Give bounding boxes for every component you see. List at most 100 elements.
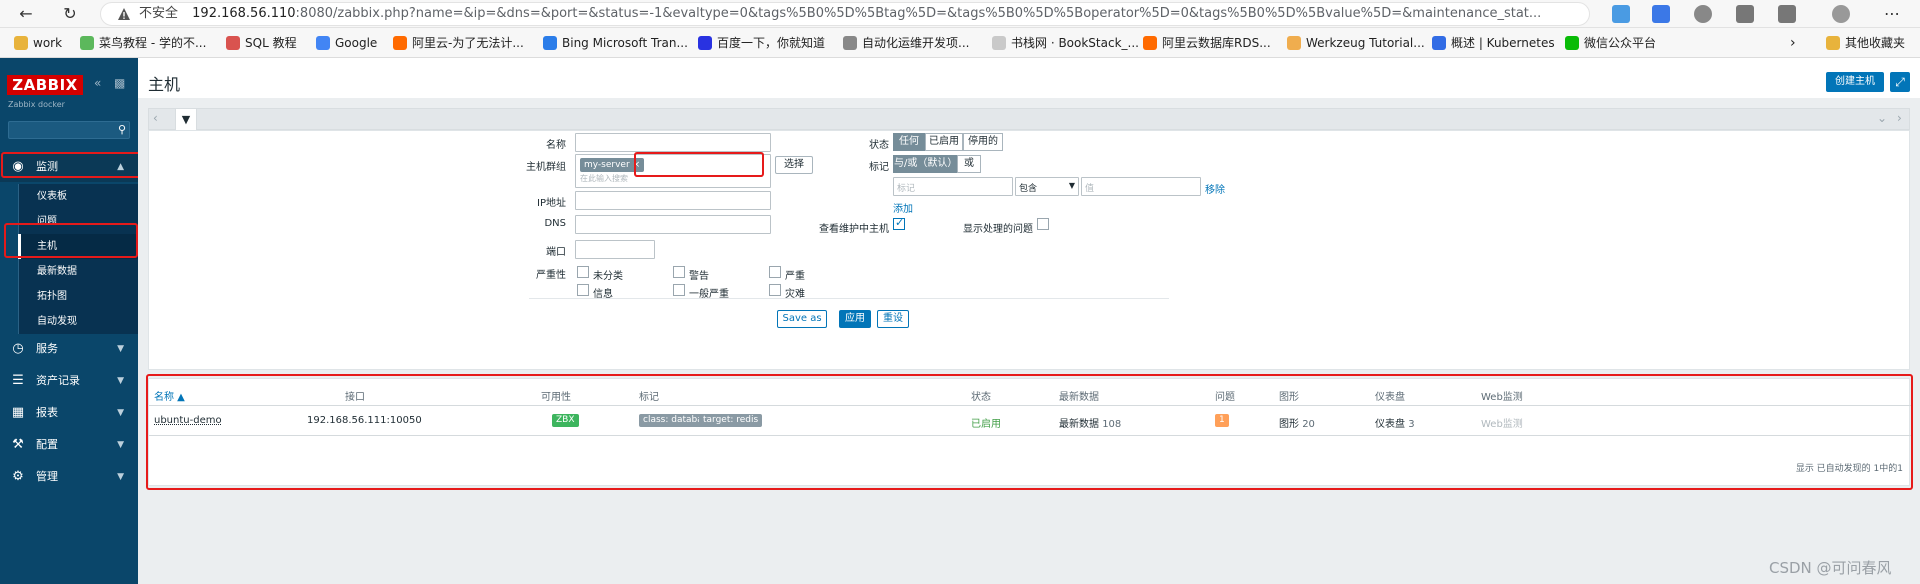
filter-panel: 名称 主机群组 my-server × 在此输入搜索 选择 IP地址 DNS 端… [148, 130, 1910, 370]
add-tag-link[interactable]: 添加 [893, 200, 913, 215]
severity-label: 严重性 [536, 270, 566, 281]
tags-label: 标记 [869, 162, 889, 173]
bookmark-item[interactable]: 微信公众平台 [1565, 35, 1656, 51]
back-icon[interactable]: ← [16, 4, 36, 24]
site-icon [1287, 36, 1301, 50]
filter-tabs: ‹ ▼ ⌄ › [148, 108, 1910, 131]
bookmark-item[interactable]: Werkzeug Tutorial... [1287, 35, 1425, 51]
site-icon [226, 36, 240, 50]
site-icon [543, 36, 557, 50]
bookmark-item[interactable]: work [14, 35, 62, 51]
bookmark-item[interactable]: 阿里云-为了无法计... [393, 35, 524, 51]
select-button[interactable]: 选择 [775, 156, 813, 174]
bookmark-item[interactable]: 百度一下，你就知道 [698, 35, 825, 51]
site-icon [992, 36, 1006, 50]
hostgroup-placeholder: 在此输入搜索 [580, 174, 628, 183]
ip-input[interactable] [575, 191, 771, 210]
menu-services[interactable]: ◷ 服务 ▼ [0, 334, 138, 364]
tags-andor-option[interactable]: 与/或（默认） [893, 155, 957, 173]
refresh-icon[interactable]: ↻ [60, 4, 80, 24]
remove-tag-link[interactable]: 移除 [1205, 181, 1225, 196]
favorites-icon[interactable] [1736, 5, 1754, 23]
severity-checkbox[interactable] [673, 284, 685, 296]
bookmark-item[interactable]: 概述 | Kubernetes [1432, 35, 1555, 51]
highlight-box [146, 374, 1913, 490]
avatar[interactable] [1832, 5, 1850, 23]
ip-label: IP地址 [537, 198, 566, 209]
more-icon[interactable]: ⋯ [1882, 4, 1902, 24]
bookmark-item[interactable]: SQL 教程 [226, 35, 297, 51]
tag-value-input[interactable]: 值 [1081, 177, 1201, 196]
bookmark-item[interactable]: Bing Microsoft Tran... [543, 35, 688, 51]
create-host-button[interactable]: 创建主机 [1826, 72, 1884, 92]
collapse-icon[interactable]: « [94, 76, 101, 90]
page-header: 主机 创建主机 ⤢ [138, 58, 1920, 98]
collections-icon[interactable] [1778, 5, 1796, 23]
tag-name-input[interactable]: 标记 [893, 177, 1013, 196]
submenu-latest-data[interactable]: 最新数据 [18, 259, 138, 284]
bookmark-item[interactable]: 菜鸟教程 - 学的不... [80, 35, 206, 51]
bookmark-item[interactable]: 阿里云数据库RDS... [1143, 35, 1271, 51]
bookmarks-bar: work 菜鸟教程 - 学的不... SQL 教程 Google 阿里云-为了无… [0, 28, 1920, 58]
kiosk-icon[interactable]: ▩ [114, 76, 125, 90]
fullscreen-icon[interactable]: ⤢ [1890, 72, 1910, 92]
zabbix-logo[interactable]: ZABBIX [7, 75, 83, 95]
site-icon [843, 36, 857, 50]
sidebar-search-input[interactable]: ⚲ [8, 121, 130, 139]
bookmark-item[interactable]: Google [316, 35, 377, 51]
status-label: 状态 [869, 140, 889, 151]
menu-label: 报表 [36, 406, 58, 419]
tag-operator-select[interactable]: 包含 ▼ [1015, 177, 1079, 196]
extension-icon[interactable] [1612, 5, 1630, 23]
severity-checkbox[interactable] [673, 266, 685, 278]
url-host: 192.168.56.110 [192, 6, 296, 21]
suppressed-checkbox[interactable] [1037, 218, 1049, 230]
address-bar[interactable]: 不安全 192.168.56.110:8080/zabbix.php?name=… [100, 2, 1590, 26]
search-icon[interactable]: ⚲ [118, 123, 126, 136]
severity-checkbox[interactable] [577, 266, 589, 278]
menu-inventory[interactable]: ☰ 资产记录 ▼ [0, 366, 138, 396]
suppressed-label: 显示处理的问题 [963, 224, 1033, 235]
name-input[interactable] [575, 133, 771, 152]
chevron-down-icon: ▼ [117, 376, 124, 386]
wechat-icon [1565, 36, 1579, 50]
severity-checkbox[interactable] [577, 284, 589, 296]
maintenance-checkbox[interactable] [893, 216, 905, 230]
port-input[interactable] [575, 240, 655, 259]
chevron-right-icon[interactable]: › [1790, 35, 1796, 51]
watermark: CSDN @可问春风 [1769, 559, 1892, 577]
main-content: 主机 创建主机 ⤢ ‹ ▼ ⌄ › 名称 主机群组 my-server × 在此… [138, 58, 1920, 584]
bookmark-item[interactable]: 自动化运维开发项... [843, 35, 969, 51]
reset-button[interactable]: 重设 [877, 310, 909, 328]
menu-reports[interactable]: ▦ 报表 ▼ [0, 398, 138, 428]
site-icon [80, 36, 94, 50]
extension-icon[interactable] [1652, 5, 1670, 23]
chevron-left-icon[interactable]: ‹ [153, 111, 158, 125]
status-disabled-option[interactable]: 停用的 [963, 133, 1003, 151]
submenu-maps[interactable]: 拓扑图 [18, 284, 138, 309]
bookmark-item[interactable]: 书栈网 · BookStack_... [992, 35, 1139, 51]
puzzle-icon[interactable] [1694, 5, 1712, 23]
chevron-right-icon[interactable]: › [1897, 111, 1902, 125]
server-name: Zabbix docker [8, 100, 65, 109]
severity-checkbox[interactable] [769, 266, 781, 278]
filter-icon[interactable]: ▼ [175, 108, 197, 131]
dns-input[interactable] [575, 215, 771, 234]
apply-button[interactable]: 应用 [839, 310, 871, 328]
tags-or-option[interactable]: 或 [957, 155, 981, 173]
chevron-down-icon: ▼ [117, 344, 124, 354]
submenu-discovery[interactable]: 自动发现 [18, 309, 138, 334]
bookmark-item[interactable]: 其他收藏夹 [1826, 35, 1905, 51]
gear-icon: ⚙ [12, 469, 24, 484]
site-icon [1143, 36, 1157, 50]
menu-administration[interactable]: ⚙ 管理 ▼ [0, 462, 138, 492]
chevron-down-icon[interactable]: ⌄ [1877, 111, 1887, 125]
status-any-option[interactable]: 任何 [893, 133, 925, 151]
severity-checkbox[interactable] [769, 284, 781, 296]
menu-label: 管理 [36, 470, 58, 483]
insecure-label: 不安全 [139, 6, 179, 21]
save-as-button[interactable]: Save as [777, 310, 827, 328]
status-enabled-option[interactable]: 已启用 [925, 133, 963, 151]
menu-configuration[interactable]: ⚒ 配置 ▼ [0, 430, 138, 460]
submenu-dashboard[interactable]: 仪表板 [18, 184, 138, 209]
